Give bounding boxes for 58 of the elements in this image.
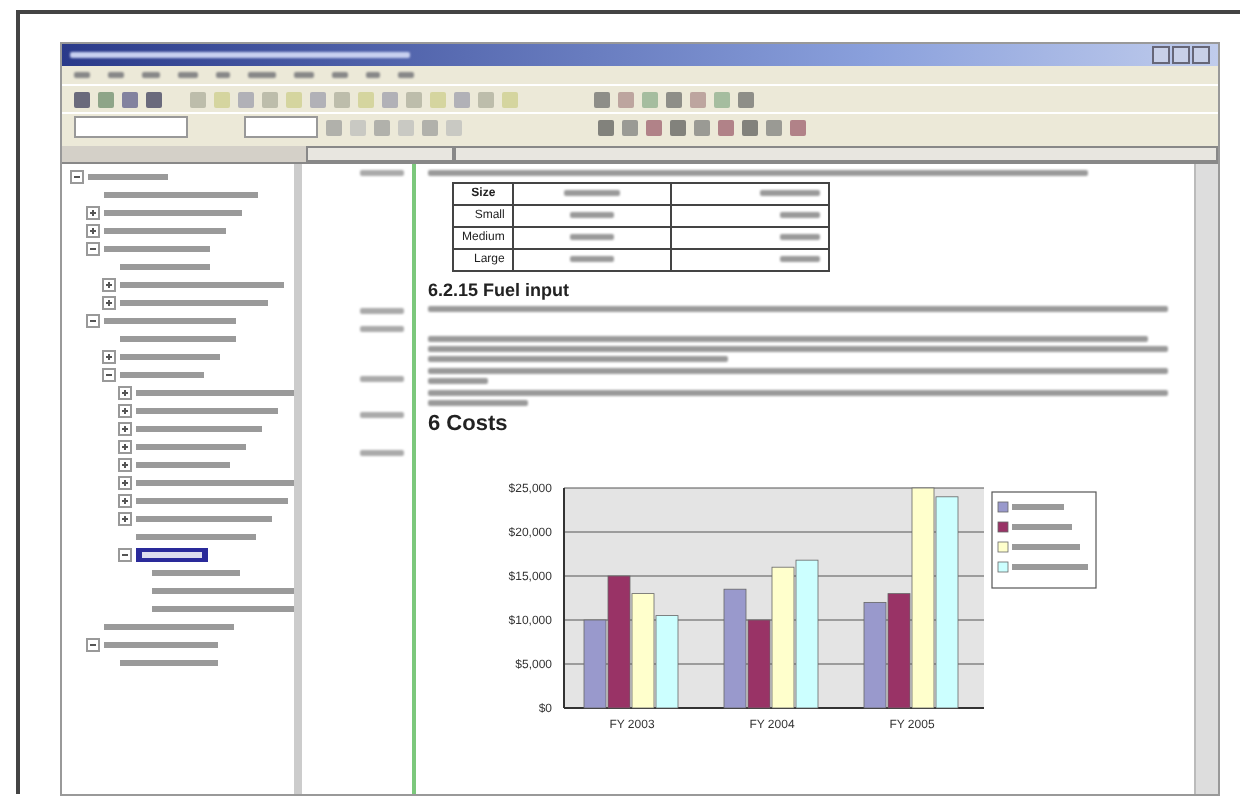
blurred-text-line: [294, 72, 314, 78]
blurred-text-line: [360, 376, 404, 382]
expand-toggle-icon[interactable]: [118, 476, 132, 490]
section-heading: 6.2.15 Fuel input: [428, 280, 572, 300]
expand-toggle-icon[interactable]: [118, 512, 132, 526]
column-header[interactable]: [306, 146, 454, 162]
blurred-text-line: [398, 72, 414, 78]
expand-toggle-icon[interactable]: [118, 458, 132, 472]
section-heading: 6 Costs: [428, 412, 510, 436]
blurred-text-line: [1012, 544, 1080, 550]
blurred-text-line: [570, 255, 615, 262]
blurred-text-line: [564, 189, 621, 196]
tree-item[interactable]: [136, 548, 208, 562]
expand-toggle-icon[interactable]: [102, 278, 116, 292]
blurred-text-line: [366, 72, 380, 78]
blurred-text-line: [570, 211, 615, 218]
expand-toggle-icon[interactable]: [118, 494, 132, 508]
blurred-text-line: [428, 378, 488, 384]
collapse-toggle-icon[interactable]: [102, 368, 116, 382]
expand-toggle-icon[interactable]: [86, 206, 100, 220]
blurred-text-line: [780, 255, 821, 262]
window-controls[interactable]: [1152, 46, 1210, 64]
blurred-text-line: [1012, 564, 1088, 570]
collapse-toggle-icon[interactable]: [86, 638, 100, 652]
collapse-toggle-icon[interactable]: [118, 548, 132, 562]
blurred-text-line: [360, 450, 404, 456]
blurred-text-line: [216, 72, 230, 78]
blurred-text-line: [428, 400, 528, 406]
collapse-toggle-icon[interactable]: [86, 242, 100, 256]
expand-toggle-icon[interactable]: [102, 350, 116, 364]
expand-toggle-icon[interactable]: [86, 224, 100, 238]
blurred-text-line: [108, 72, 124, 78]
font-field[interactable]: [244, 116, 318, 138]
expand-toggle-icon[interactable]: [118, 404, 132, 418]
blurred-text-line: [570, 233, 615, 240]
blurred-text-line: [74, 72, 90, 78]
scrollbar[interactable]: [1194, 164, 1218, 794]
style-field[interactable]: [74, 116, 188, 138]
collapse-toggle-icon[interactable]: [86, 314, 100, 328]
column-header[interactable]: [454, 146, 1218, 162]
blurred-text-line: [248, 72, 276, 78]
blurred-text-line: [780, 233, 821, 240]
blurred-text-line: [332, 72, 348, 78]
expand-toggle-icon[interactable]: [118, 422, 132, 436]
blurred-text-line: [360, 308, 404, 314]
expand-toggle-icon[interactable]: [118, 386, 132, 400]
expand-toggle-icon[interactable]: [118, 440, 132, 454]
blurred-text-line: [360, 170, 404, 176]
blurred-text-line: [360, 326, 404, 332]
blurred-text-line: [142, 72, 160, 78]
blurred-text-line: [1012, 504, 1064, 510]
collapse-toggle-icon[interactable]: [70, 170, 84, 184]
expand-toggle-icon[interactable]: [102, 296, 116, 310]
blurred-text-line: [1012, 524, 1072, 530]
blurred-text-line: [360, 412, 404, 418]
blurred-text-line: [178, 72, 198, 78]
blurred-text-line: [760, 189, 821, 196]
blurred-text-line: [780, 211, 821, 218]
